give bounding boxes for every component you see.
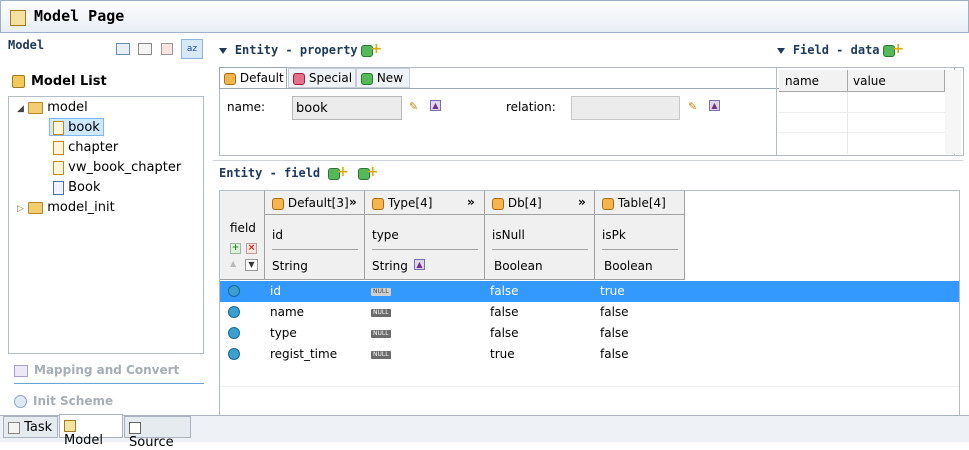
table-row[interactable]: name NULL false false — [220, 302, 959, 323]
model-list-icon — [12, 75, 25, 88]
mapping-icon — [14, 364, 28, 377]
tab-default[interactable]: Default — [219, 67, 287, 89]
col-group-table[interactable]: Table[4] isPk Boolean — [595, 191, 685, 280]
java-class-icon — [53, 180, 64, 195]
tab-source[interactable]: Source — [124, 416, 191, 450]
col-group-db[interactable]: Db[4] » isNull Boolean — [485, 191, 595, 280]
null-badge: NULL — [371, 330, 391, 338]
model-list-label: Model List — [31, 74, 107, 89]
model-list-header[interactable]: Model List — [12, 74, 107, 89]
add-data-icon[interactable]: + — [883, 41, 904, 58]
null-badge: NULL — [371, 309, 391, 317]
model-panel: Model az Model List ◢ model book chapter… — [4, 36, 211, 415]
default-group-icon — [272, 197, 284, 210]
null-badge: NULL — [371, 351, 391, 359]
model-section-title: Model — [8, 38, 45, 52]
type-group-icon — [372, 197, 384, 210]
triangle-button-icon[interactable]: ▲ — [709, 100, 720, 111]
type-selector-icon[interactable]: ▲ — [414, 259, 425, 270]
tree-item-chapter[interactable]: chapter — [53, 140, 118, 155]
expand-group-icon[interactable]: » — [467, 195, 475, 209]
tab-special[interactable]: Special — [288, 68, 356, 88]
collapse-icon[interactable] — [219, 47, 227, 54]
table-row[interactable]: id NULL false true — [220, 281, 959, 302]
sort-az-icon[interactable]: az — [181, 39, 203, 59]
table-group-icon — [602, 197, 614, 210]
entity-field-grid: field + × ▲ ▼ Default[3] » id String Typ… — [219, 190, 960, 416]
model-tree: ◢ model book chapter vw_book_chapter Boo… — [8, 96, 204, 354]
triangle-button-icon[interactable]: ▲ — [430, 100, 441, 111]
entity-property-header[interactable]: Entity - property + — [219, 41, 382, 58]
field-icon — [228, 327, 240, 339]
add-property-icon[interactable]: + — [361, 41, 382, 58]
null-badge: NULL — [371, 288, 391, 296]
entity-icon — [53, 140, 64, 155]
mapping-item[interactable]: Mapping and Convert — [14, 363, 204, 384]
db-group-icon — [492, 197, 504, 210]
folder-icon — [28, 201, 44, 214]
folder-icon — [28, 101, 44, 114]
edit-icon[interactable] — [138, 43, 152, 55]
page-title: Model Page — [34, 7, 125, 25]
collapse-arrow-icon[interactable]: ▷ — [17, 204, 24, 214]
tree-item-book-class[interactable]: Book — [53, 180, 101, 195]
entity-icon — [53, 160, 64, 175]
tree-item-model[interactable]: ◢ model — [17, 100, 88, 115]
col-group-default[interactable]: Default[3] » id String — [265, 191, 365, 280]
special-tab-icon — [293, 72, 305, 85]
entity-field-header[interactable]: Entity - field + + — [219, 164, 379, 181]
entity-property-title: Entity - property — [234, 43, 358, 57]
tab-task[interactable]: Task — [3, 416, 58, 438]
field-data-title: Field - data — [792, 43, 880, 57]
table-row[interactable]: regist_time NULL true false — [220, 344, 959, 365]
remove-row-icon[interactable]: × — [246, 243, 257, 254]
model-icon — [64, 419, 76, 432]
init-scheme-item[interactable]: Init Scheme — [14, 394, 113, 408]
import-icon[interactable] — [116, 43, 130, 55]
field-data-table: name value — [776, 67, 964, 156]
pencil-icon[interactable]: ✎ — [409, 100, 418, 113]
task-icon — [8, 421, 20, 434]
name-field[interactable]: book — [292, 96, 402, 120]
tab-new[interactable]: New — [356, 68, 410, 88]
field-data-header[interactable]: Field - data + — [777, 41, 904, 58]
tree-item-book[interactable]: book — [49, 118, 104, 136]
col-value[interactable]: value — [853, 74, 886, 88]
init-icon — [14, 395, 27, 408]
expand-group-icon[interactable]: » — [349, 195, 357, 209]
delete-icon[interactable] — [161, 43, 173, 55]
name-label: name: — [227, 100, 266, 114]
new-tab-icon — [361, 72, 373, 85]
model-page-icon — [10, 10, 26, 26]
add-field-icon[interactable]: + — [327, 164, 349, 181]
relation-label: relation: — [506, 100, 556, 114]
pencil-icon[interactable]: ✎ — [688, 100, 697, 113]
source-icon — [129, 421, 141, 434]
field-icon — [228, 348, 240, 360]
expand-group-icon[interactable]: » — [578, 195, 586, 209]
entity-icon — [53, 120, 64, 135]
col-name[interactable]: name — [785, 74, 819, 88]
title-bar: Model Page — [0, 0, 969, 33]
move-up-icon[interactable]: ▲ — [230, 259, 236, 268]
row-header: field + × ▲ ▼ — [220, 191, 265, 280]
add-group-icon[interactable]: + — [357, 164, 379, 181]
collapse-icon[interactable] — [777, 47, 785, 54]
tree-item-vw-book-chapter[interactable]: vw_book_chapter — [53, 160, 181, 175]
tab-model[interactable]: Model — [59, 414, 123, 448]
default-tab-icon — [224, 72, 236, 85]
expand-arrow-icon[interactable]: ◢ — [17, 104, 24, 114]
col-group-type[interactable]: Type[4] » type String ▲ — [365, 191, 485, 280]
table-row[interactable]: type NULL false false — [220, 323, 959, 344]
move-down-icon[interactable]: ▼ — [245, 259, 258, 271]
field-icon — [228, 285, 240, 297]
entity-field-title: Entity - field — [219, 166, 321, 180]
field-icon — [228, 306, 240, 318]
relation-field[interactable] — [571, 96, 680, 120]
add-row-icon[interactable]: + — [230, 243, 241, 254]
tree-item-model-init[interactable]: ▷ model_init — [17, 200, 115, 215]
